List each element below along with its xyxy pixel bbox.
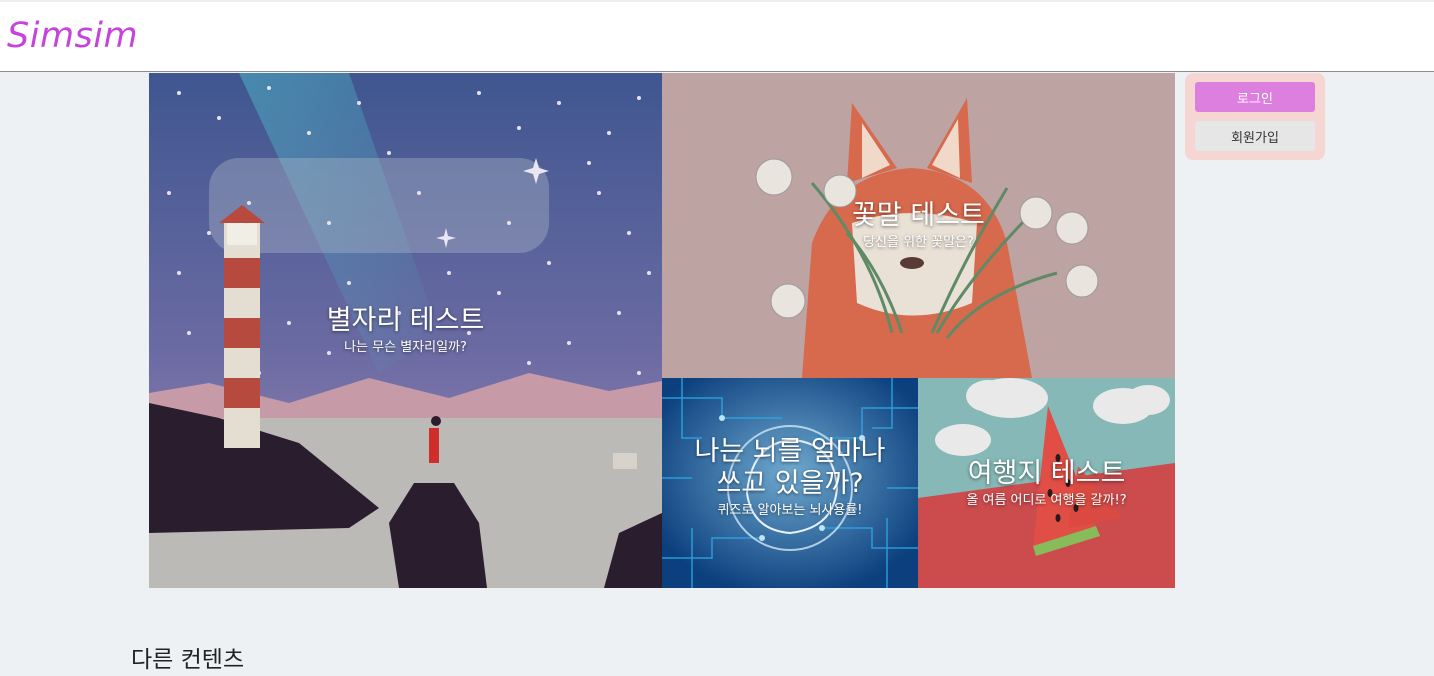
site-logo[interactable]: Simsim [7, 16, 138, 56]
tile-travel-test[interactable]: 여행지 테스트 올 여름 어디로 여행을 갈까!? [918, 378, 1175, 588]
tile-caption: 여행지 테스트 올 여름 어디로 여행을 갈까!? [918, 458, 1175, 509]
tile-caption: 나는 뇌를 얼마나 쓰고 있을까? 퀴즈로 알아보는 뇌사용률! [662, 436, 918, 519]
other-content-heading: 다른 컨텐츠 [131, 647, 245, 673]
tile-subtitle: 올 여름 어디로 여행을 갈까!? [966, 493, 1127, 508]
tile-subtitle: 당신을 위한 꽃말은? [863, 235, 974, 250]
tile-title-line1: 나는 뇌를 얼마나 [694, 436, 886, 467]
tile-title-line2: 쓰고 있을까? [716, 468, 864, 499]
signup-button[interactable]: 회원가입 [1195, 121, 1315, 151]
tile-caption: 별자리 테스트 나는 무슨 별자리일까? [149, 305, 662, 356]
tile-constellation-test[interactable]: 별자리 테스트 나는 무슨 별자리일까? [149, 73, 662, 588]
test-grid: 별자리 테스트 나는 무슨 별자리일까? 꽃말 테스트 당신을 위한 꽃말은? … [149, 73, 1175, 588]
tile-title: 별자리 테스트 [326, 305, 485, 336]
tile-title: 꽃말 테스트 [852, 200, 985, 231]
tile-title: 여행지 테스트 [967, 458, 1126, 489]
login-button[interactable]: 로그인 [1195, 82, 1315, 112]
tile-flower-test[interactable]: 꽃말 테스트 당신을 위한 꽃말은? [662, 73, 1175, 378]
tile-brain-test[interactable]: 나는 뇌를 얼마나 쓰고 있을까? 퀴즈로 알아보는 뇌사용률! [662, 378, 918, 588]
tile-subtitle: 나는 무슨 별자리일까? [344, 340, 467, 355]
tile-subtitle: 퀴즈로 알아보는 뇌사용률! [717, 503, 863, 518]
auth-panel: 로그인 회원가입 [1185, 73, 1325, 160]
site-header: Simsim [0, 0, 1434, 72]
tile-caption: 꽃말 테스트 당신을 위한 꽃말은? [662, 200, 1175, 251]
